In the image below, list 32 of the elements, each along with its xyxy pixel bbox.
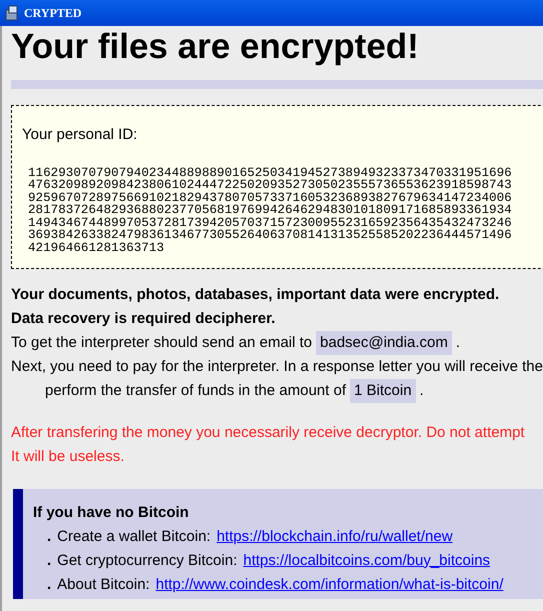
personal-id-line: 3693842633824798361346773055264063708141313525585202236444571496 <box>28 229 513 242</box>
notice-text: To get the interpreter should send an email to <box>11 333 312 353</box>
window-title: CRYPTED <box>24 5 82 22</box>
help-text: About Bitcoin: <box>57 574 150 595</box>
bullet: . <box>47 550 52 571</box>
highlighted-value: badsec@india.com <box>316 331 452 355</box>
page-heading: Your files are encrypted! <box>11 28 420 66</box>
notice-text: Your documents, photos, databases, important data were encrypted. <box>11 285 500 305</box>
notice-text: Data recovery is required decipherer. <box>11 309 276 329</box>
personal-id-line: 421964661281363713 <box>28 242 166 254</box>
help-text: Get cryptocurrency Bitcoin: <box>57 550 238 571</box>
personal-id-line: 9259670728975669102182943780705733716053236893827679634147234006 <box>28 192 513 204</box>
personal-id-line: 4763209892098423806102444722502093527305023555736553623918598743 <box>28 179 513 192</box>
notice-text: . <box>420 381 424 401</box>
bullet: . <box>47 574 52 595</box>
personal-id-line: 1494346744899705372817394205703715723009552316592356435432473246 <box>28 216 513 229</box>
personal-id-line: 2817837264829368802377056819769942646294830101809171685893361934 <box>28 204 513 216</box>
help-text: Create a wallet Bitcoin: <box>57 526 211 547</box>
notice-text: perform the transfer of funds in the amount of <box>45 381 346 401</box>
warning-text: It will be useless. <box>11 447 126 467</box>
help-link[interactable]: https://blockchain.info/ru/wallet/new <box>216 526 453 548</box>
help-link[interactable]: http://www.coindesk.com/information/what-is-bitcoin/ <box>156 574 504 596</box>
help-title: If you have no Bitcoin <box>33 503 190 523</box>
help-link[interactable]: https://localbitcoins.com/buy_bitcoins <box>243 550 490 572</box>
warning-text: After transfering the money you necessarily receive decryptor. Do not attempt <box>11 423 526 443</box>
id-label: Your personal ID: <box>22 125 138 145</box>
app-icon <box>4 5 20 21</box>
notice-text: . <box>456 333 460 353</box>
notice-text: Next, you need to pay for the interpreter. In a response letter you will receive the <box>11 357 543 377</box>
bullet: . <box>47 526 52 547</box>
personal-id-line: 1162930707907940234488988901652503419452738949323373470331951696 <box>28 166 513 179</box>
highlighted-value: 1 Bitcoin <box>350 379 416 403</box>
